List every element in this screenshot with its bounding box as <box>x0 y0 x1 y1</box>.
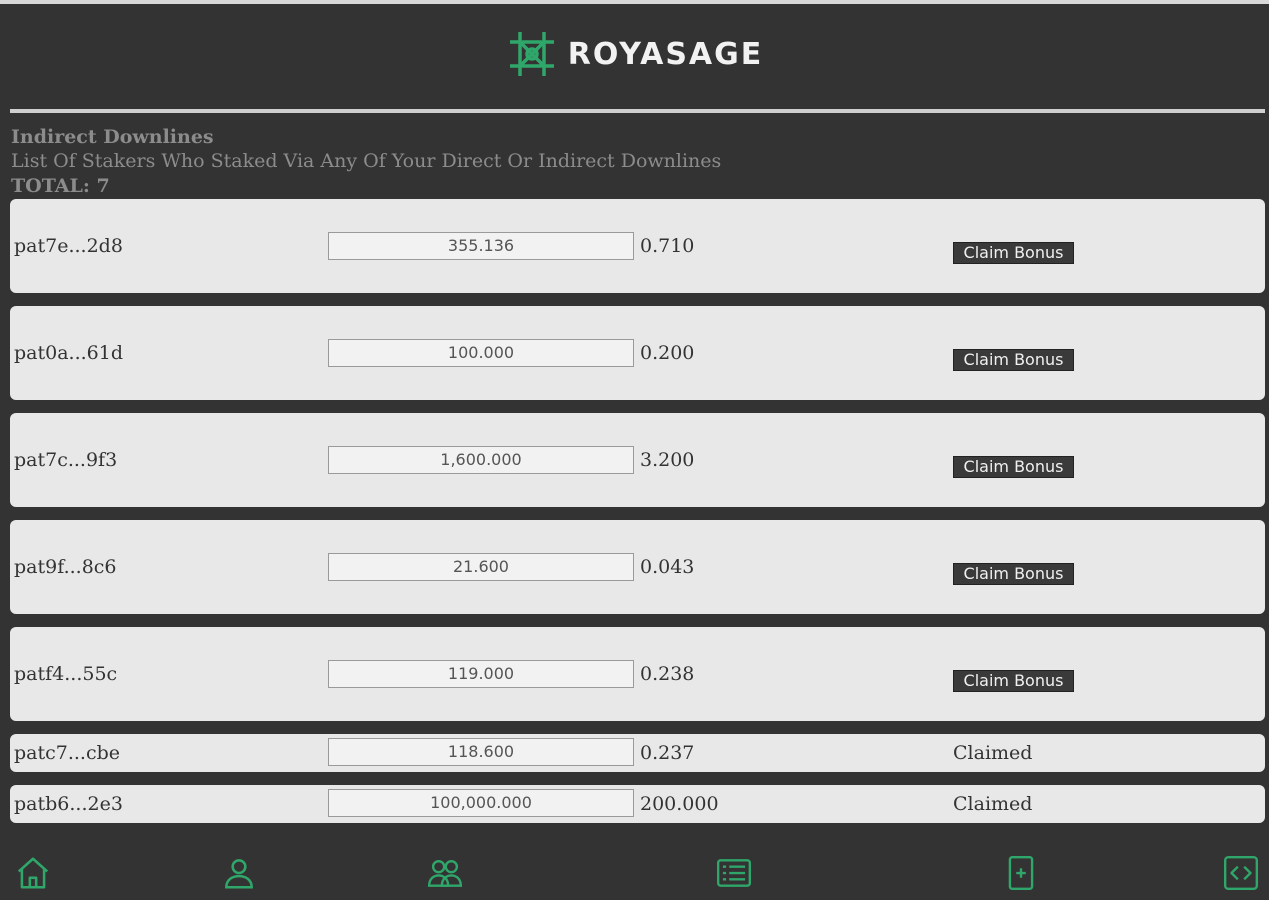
user-icon <box>225 859 253 889</box>
nav-add[interactable] <box>1002 854 1042 894</box>
nav-code[interactable] <box>1222 854 1262 894</box>
bottom-nav <box>0 842 1269 900</box>
stake-amount-field[interactable]: 355.136 <box>328 232 634 260</box>
total-count: TOTAL: 7 <box>11 175 110 197</box>
claim-bonus-button[interactable]: Claim Bonus <box>953 456 1074 478</box>
downline-row: patc7...cbe 118.600 0.237 Claimed <box>10 734 1265 772</box>
section-info: Indirect Downlines List Of Stakers Who S… <box>11 125 721 198</box>
downline-row: patb6...2e3 100,000.000 200.000 Claimed <box>10 785 1265 823</box>
nav-home[interactable] <box>14 854 54 894</box>
claimed-status: Claimed <box>953 742 1033 764</box>
bonus-value: 0.238 <box>640 663 695 685</box>
stake-amount-field[interactable]: 100,000.000 <box>328 789 634 817</box>
staker-address: pat7c...9f3 <box>14 449 118 471</box>
bonus-value: 0.200 <box>640 342 695 364</box>
bonus-value: 0.237 <box>640 742 695 764</box>
section-title: Indirect Downlines <box>11 126 214 148</box>
home-icon <box>17 857 49 889</box>
claim-bonus-button[interactable]: Claim Bonus <box>953 563 1074 585</box>
users-icon <box>427 859 463 887</box>
staker-address: pat9f...8c6 <box>14 556 117 578</box>
downline-row: patf4...55c 119.000 0.238 Claim Bonus <box>10 627 1265 721</box>
claim-bonus-button[interactable]: Claim Bonus <box>953 242 1074 264</box>
downline-row: pat9f...8c6 21.600 0.043 Claim Bonus <box>10 520 1265 614</box>
nav-profile[interactable] <box>220 854 260 894</box>
staker-address: patb6...2e3 <box>14 793 123 815</box>
nav-team[interactable] <box>426 854 466 894</box>
list-icon <box>716 859 752 887</box>
bonus-value: 3.200 <box>640 449 695 471</box>
section-subtitle: List Of Stakers Who Staked Via Any Of Yo… <box>11 150 722 172</box>
add-document-icon <box>1008 855 1034 891</box>
brand-name: ROYASAGE <box>567 36 764 72</box>
claim-bonus-button[interactable]: Claim Bonus <box>953 670 1074 692</box>
stake-amount-field[interactable]: 118.600 <box>328 738 634 766</box>
stake-amount-field[interactable]: 21.600 <box>328 553 634 581</box>
staker-address: patf4...55c <box>14 663 118 685</box>
nav-list[interactable] <box>715 854 755 894</box>
bonus-value: 0.043 <box>640 556 695 578</box>
downline-row: pat7c...9f3 1,600.000 3.200 Claim Bonus <box>10 413 1265 507</box>
bonus-value: 0.710 <box>640 235 695 257</box>
downline-row: pat0a...61d 100.000 0.200 Claim Bonus <box>10 306 1265 400</box>
code-icon <box>1223 855 1259 891</box>
claim-bonus-button[interactable]: Claim Bonus <box>953 349 1074 371</box>
header-divider <box>10 109 1265 113</box>
stake-amount-field[interactable]: 1,600.000 <box>328 446 634 474</box>
bonus-value: 200.000 <box>640 793 719 815</box>
header: ROYASAGE <box>0 4 1269 104</box>
stake-amount-field[interactable]: 100.000 <box>328 339 634 367</box>
staker-address: patc7...cbe <box>14 742 121 764</box>
staker-address: pat0a...61d <box>14 342 123 364</box>
claimed-status: Claimed <box>953 793 1033 815</box>
stake-amount-field[interactable]: 119.000 <box>328 660 634 688</box>
logo-icon <box>509 32 554 76</box>
staker-address: pat7e...2d8 <box>14 235 123 257</box>
downline-row: pat7e...2d8 355.136 0.710 Claim Bonus <box>10 199 1265 293</box>
